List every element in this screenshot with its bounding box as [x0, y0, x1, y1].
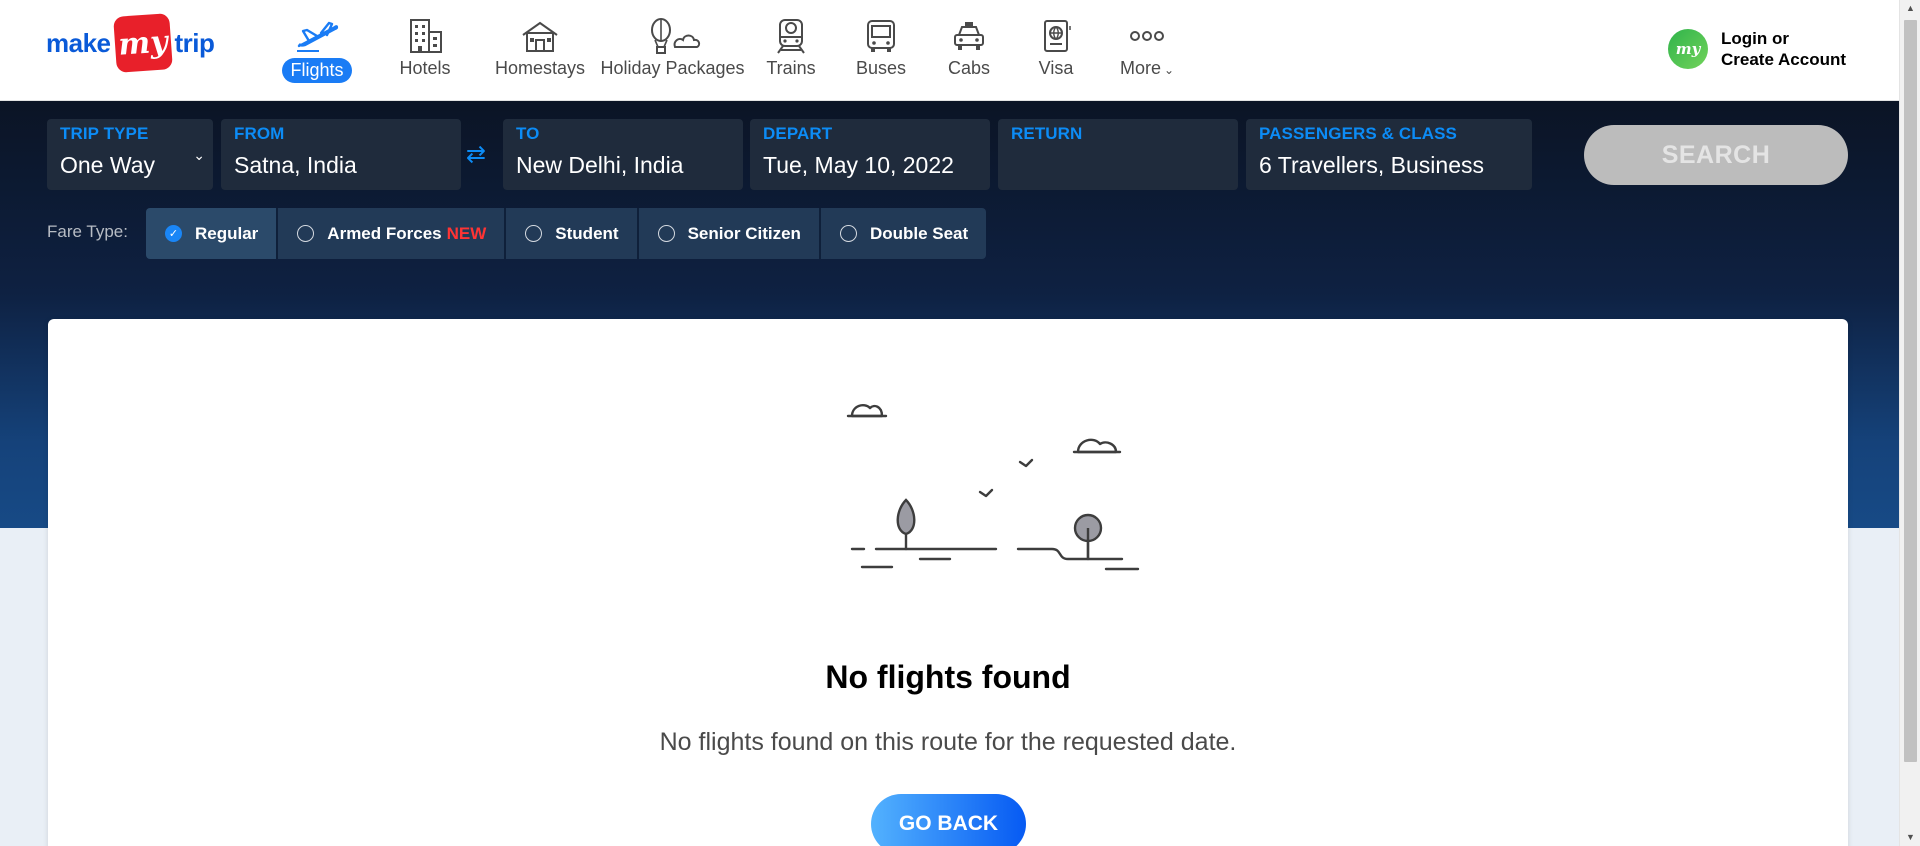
bus-icon [859, 16, 903, 56]
fare-option-label: Armed Forces [327, 223, 442, 243]
login-create-account[interactable]: my Login or Create Account [1668, 28, 1846, 70]
vertical-scrollbar[interactable]: ▲ ▼ [1899, 0, 1920, 846]
nav-item-cabs[interactable]: Cabs [925, 16, 1013, 86]
nav-label-more: More [1119, 58, 1161, 78]
depart-date-field[interactable]: DEPART Tue, May 10, 2022 [750, 119, 990, 190]
radio-icon [839, 225, 857, 242]
nav-item-more[interactable]: More ⌄ [1099, 16, 1195, 86]
scroll-down-arrow-icon[interactable]: ▼ [1900, 829, 1920, 846]
fare-option-regular[interactable]: ✓ Regular [146, 208, 279, 259]
trip-type-dropdown[interactable]: TRIP TYPE One Way ⌄ [47, 119, 213, 190]
nav-item-holiday-packages[interactable]: Holiday Packages [600, 16, 745, 86]
passengers-class-field[interactable]: PASSENGERS & CLASS 6 Travellers, Busines… [1246, 119, 1532, 190]
fare-option-label: Student [555, 223, 619, 243]
radio-icon [525, 225, 543, 242]
nav-label-holiday-packages: Holiday Packages [600, 58, 745, 78]
nav-item-flights[interactable]: Flights [276, 16, 358, 86]
logo-make-text: make [46, 27, 111, 58]
from-label: FROM [234, 124, 285, 143]
trip-type-value: One Way [60, 152, 156, 178]
scroll-up-arrow-icon[interactable]: ▲ [1900, 0, 1920, 17]
fare-option-student[interactable]: Student [506, 208, 639, 259]
train-icon [769, 16, 813, 56]
scrollbar-thumb[interactable] [1904, 20, 1917, 762]
logo-my-badge: my [112, 13, 173, 73]
nav-more-label-wrap: More ⌄ [1120, 58, 1174, 79]
return-label: RETURN [1011, 124, 1083, 143]
new-badge: NEW [446, 223, 487, 243]
depart-value: Tue, May 10, 2022 [763, 152, 954, 178]
nav-item-hotels[interactable]: Hotels [370, 16, 480, 86]
from-city-field[interactable]: FROM Satna, India [221, 119, 461, 190]
fare-option-label: Senior Citizen [687, 223, 801, 243]
makemytrip-logo[interactable]: make my trip [46, 13, 215, 73]
from-value: Satna, India [234, 152, 357, 178]
search-button[interactable]: SEARCH [1584, 125, 1848, 185]
fare-type-options: ✓ Regular Armed Forces NEW Student Senio… [146, 208, 987, 259]
nav-label-cabs: Cabs [947, 58, 991, 78]
fare-option-label: Regular [195, 223, 259, 243]
hotel-building-icon [403, 16, 447, 56]
main-nav: Flights Hotels Homestays Holiday Package… [276, 16, 1195, 86]
no-results-card: No flights found No flights found on thi… [48, 319, 1848, 846]
nav-item-trains[interactable]: Trains [745, 16, 837, 86]
no-flights-subtitle: No flights found on this route for the r… [659, 728, 1237, 756]
fare-option-double-seat[interactable]: Double Seat [820, 208, 987, 259]
nav-item-buses[interactable]: Buses [837, 16, 925, 86]
nav-label-hotels: Hotels [399, 58, 451, 78]
trip-type-label: TRIP TYPE [60, 124, 149, 143]
fare-option-senior-citizen[interactable]: Senior Citizen [638, 208, 821, 259]
login-text: Login or Create Account [1721, 28, 1846, 70]
swap-cities-icon[interactable]: ⇄ [466, 140, 486, 169]
nav-label-trains: Trains [766, 58, 816, 78]
to-label: TO [516, 124, 540, 143]
chevron-down-icon: ⌄ [1163, 63, 1175, 77]
to-value: New Delhi, India [516, 152, 684, 178]
passport-icon [1034, 16, 1078, 56]
avatar: my [1668, 29, 1708, 69]
return-date-field[interactable]: RETURN [998, 119, 1238, 190]
nav-label-buses: Buses [855, 58, 907, 78]
depart-label: DEPART [763, 124, 833, 143]
no-flights-title: No flights found [825, 659, 1071, 695]
nav-item-visa[interactable]: Visa [1013, 16, 1099, 86]
passengers-label: PASSENGERS & CLASS [1259, 124, 1457, 143]
hot-air-balloon-icon [643, 16, 703, 56]
login-line-1: Login or [1721, 29, 1789, 48]
nav-label-visa: Visa [1038, 58, 1074, 78]
radio-icon [297, 225, 315, 242]
radio-icon [657, 225, 675, 242]
nav-label-homestays: Homestays [494, 58, 586, 78]
house-icon [518, 16, 562, 56]
plane-icon [295, 16, 339, 56]
page: make my trip Flights Hotels Homestays Ho… [0, 0, 1899, 846]
car-icon [947, 16, 991, 56]
to-city-field[interactable]: TO New Delhi, India [503, 119, 743, 190]
checked-radio-icon: ✓ [165, 225, 182, 242]
chevron-down-icon: ⌄ [193, 147, 205, 163]
go-back-button[interactable]: GO BACK [871, 794, 1026, 846]
fare-option-armed-forces[interactable]: Armed Forces NEW [278, 208, 507, 259]
top-header: make my trip Flights Hotels Homestays Ho… [0, 0, 1899, 101]
fare-option-label: Double Seat [869, 223, 969, 243]
nav-item-homestays[interactable]: Homestays [480, 16, 600, 86]
empty-landscape-illustration [846, 404, 1140, 571]
passengers-value: 6 Travellers, Business [1259, 152, 1484, 178]
fare-type-label: Fare Type: [47, 222, 128, 241]
more-dots-icon [1125, 16, 1169, 56]
logo-trip-text: trip [174, 27, 215, 58]
login-line-2: Create Account [1721, 50, 1847, 69]
nav-label-flights: Flights [282, 58, 352, 83]
